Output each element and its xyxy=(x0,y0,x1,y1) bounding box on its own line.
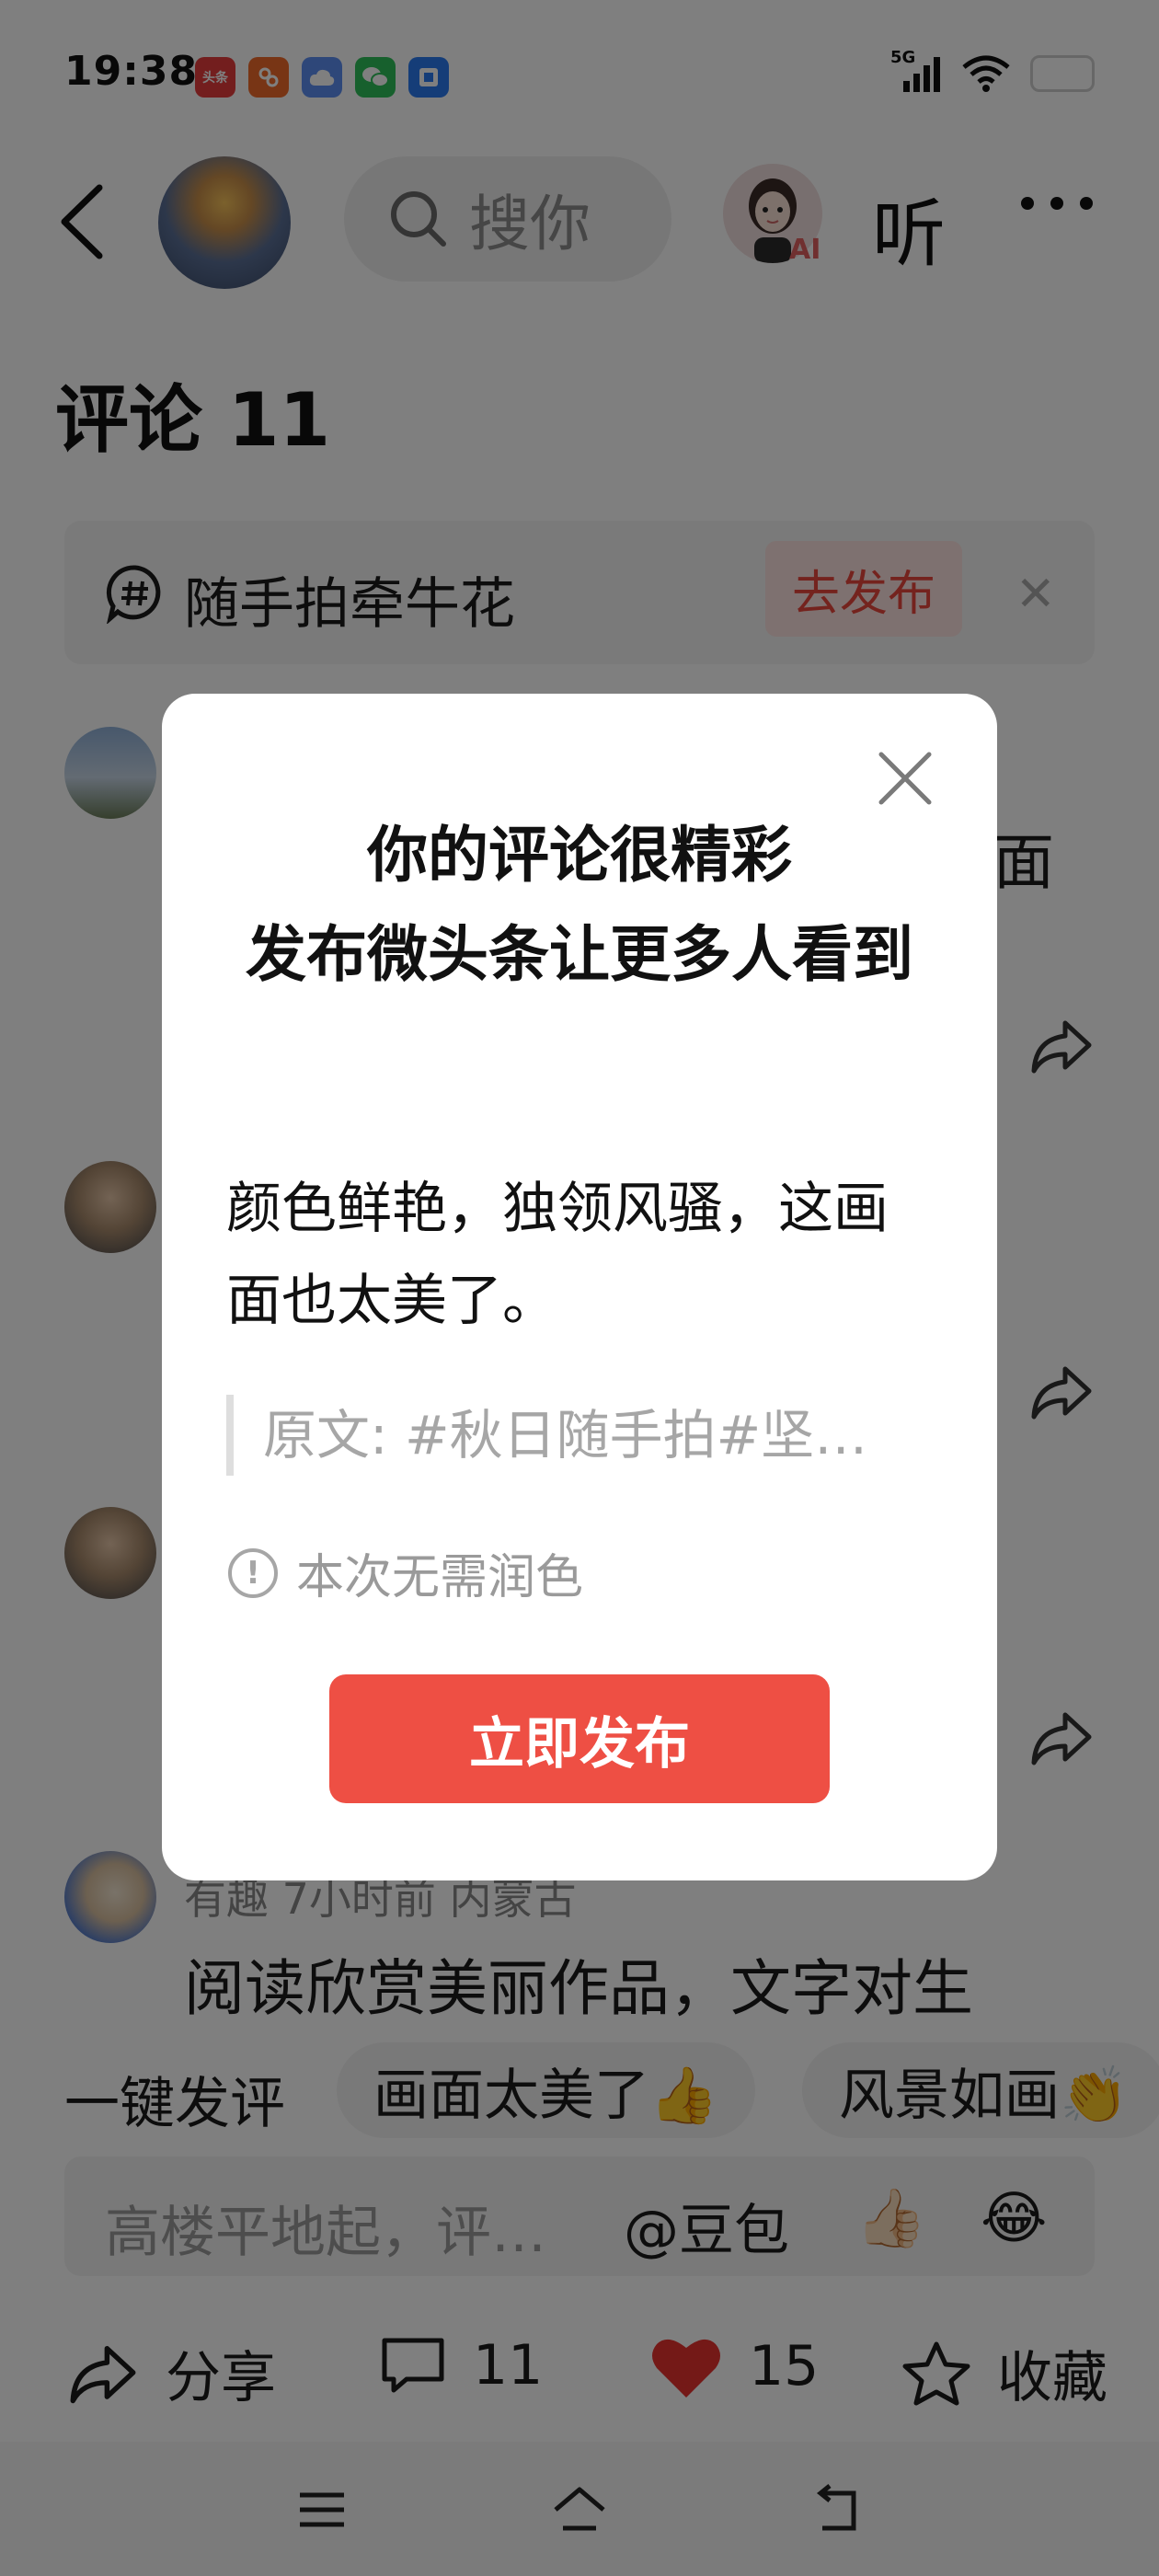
dialog-title: 你的评论很精彩 发布微头条让更多人看到 xyxy=(235,806,924,1005)
publish-now-button[interactable]: 立即发布 xyxy=(329,1674,830,1803)
close-icon[interactable] xyxy=(876,749,935,808)
dialog-title-line2: 发布微头条让更多人看到 xyxy=(246,919,913,990)
dialog-comment-text: 颜色鲜艳，独领风骚，这画面也太美了。 xyxy=(226,1177,889,1333)
polish-hint-text: 本次无需润色 xyxy=(296,1550,584,1605)
publish-dialog: 你的评论很精彩 发布微头条让更多人看到 颜色鲜艳，独领风骚，这画面也太美了。 原… xyxy=(162,694,997,1880)
dialog-title-line1: 你的评论很精彩 xyxy=(367,820,792,891)
polish-hint: ! 本次无需润色 xyxy=(228,1538,583,1607)
info-icon: ! xyxy=(228,1547,278,1598)
original-post-quote: 原文: #秋日随手拍#坚… xyxy=(226,1395,925,1476)
